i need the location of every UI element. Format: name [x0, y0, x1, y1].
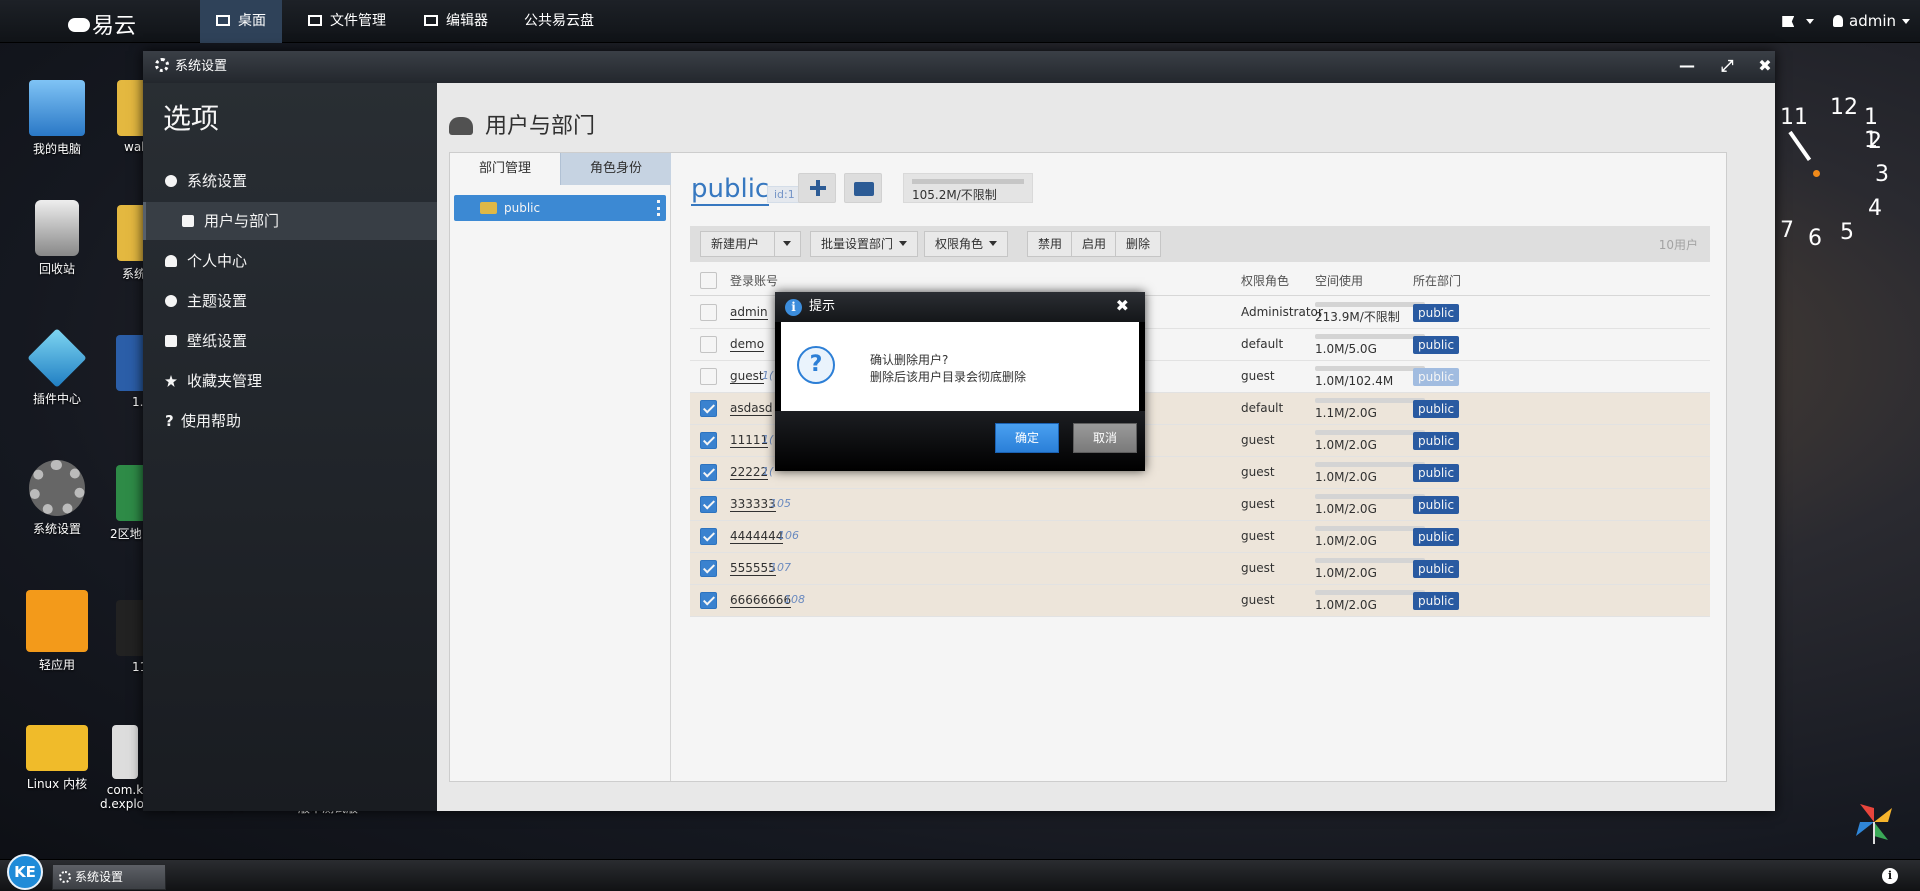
icon-label: 系统	[122, 267, 144, 281]
top-right-menu: admin	[1772, 0, 1920, 43]
icon-label: wall	[124, 140, 144, 154]
nav-file-manager[interactable]: 文件管理	[292, 0, 402, 43]
close-button[interactable]: ✖	[1750, 51, 1780, 83]
dialog-footer: 确定 取消	[775, 411, 1145, 471]
desktop-icon-11[interactable]: 11	[102, 600, 144, 674]
cancel-button[interactable]: 取消	[1073, 423, 1137, 453]
image-icon	[116, 600, 144, 656]
clock-hour: 7	[1780, 218, 1794, 243]
puzzle-icon	[27, 328, 87, 388]
icon-label: 2区地	[110, 527, 142, 541]
taskbar-item-system-settings[interactable]: 系统设置	[52, 864, 166, 890]
info-icon[interactable]: i	[1882, 868, 1898, 884]
desktop-icon-plugin-center[interactable]: 插件中心	[17, 328, 97, 407]
folder-icon	[26, 725, 88, 771]
desktop-icon-system-settings[interactable]: 系统设置	[17, 460, 97, 537]
desktop-icon-linux-kernel[interactable]: Linux 内核	[17, 725, 97, 792]
nav-public-disk[interactable]: 公共易云盘	[508, 0, 610, 43]
clock-hour: 5	[1840, 220, 1854, 245]
dialog-titlebar: i 提示 ✖	[775, 292, 1145, 322]
start-button[interactable]: KE	[7, 854, 43, 890]
maximize-button[interactable]: ⤢	[1712, 51, 1742, 83]
window-title: 系统设置	[175, 59, 228, 74]
username: admin	[1849, 12, 1896, 30]
cloud-icon	[68, 18, 90, 32]
confirm-dialog: i 提示 ✖ ? 确认删除用户? 删除后该用户目录会彻底删除 确定 取消	[775, 292, 1145, 471]
pinwheel-icon[interactable]	[1852, 800, 1896, 844]
desktop-icon-excel[interactable]: 2区地	[102, 465, 144, 542]
nav-label: 编辑器	[446, 13, 488, 29]
dialog-close-button[interactable]: ✖	[1116, 292, 1129, 320]
folder-icon	[117, 205, 144, 261]
desktop-icon-recycle-bin[interactable]: 回收站	[17, 200, 97, 277]
clock-hour: 11	[1780, 105, 1808, 130]
confirm-button[interactable]: 确定	[995, 423, 1059, 453]
clock-hour: 1	[1864, 105, 1878, 130]
info-icon: i	[785, 299, 802, 316]
window-titlebar[interactable]: 系统设置 — ⤢ ✖	[143, 51, 1775, 83]
caret-down-icon	[1806, 19, 1815, 24]
excel-doc-icon	[116, 465, 144, 521]
nav-desktop[interactable]: 桌面	[200, 0, 282, 43]
dialog-message: 确认删除用户?	[870, 353, 949, 367]
clock-hour: 6	[1808, 226, 1822, 251]
nav-label: 文件管理	[330, 13, 386, 29]
nav-label: 桌面	[238, 13, 266, 29]
desktop-icon-sys[interactable]: 系统	[102, 205, 144, 282]
shopping-bag-icon	[26, 590, 88, 652]
minimize-button[interactable]: —	[1672, 51, 1702, 83]
gear-icon	[59, 871, 71, 883]
caret-down-icon	[1902, 19, 1910, 24]
icon-label: 1.	[132, 395, 144, 409]
folder-icon	[117, 80, 144, 136]
desktop-icon-word[interactable]: 1.	[102, 335, 144, 409]
desktop-icon-light-app[interactable]: 轻应用	[17, 590, 97, 673]
gear-icon	[155, 58, 169, 72]
desktop-icon-my-computer[interactable]: 我的电脑	[17, 80, 97, 157]
taskbar-item-label: 系统设置	[75, 870, 124, 884]
question-icon: ?	[797, 346, 835, 384]
icon-label: 11	[132, 660, 144, 674]
edit-icon	[424, 15, 438, 26]
user-icon	[1833, 15, 1843, 27]
dialog-body: ? 确认删除用户? 删除后该用户目录会彻底删除	[781, 322, 1139, 411]
top-navbar: 易云 桌面 文件管理 编辑器 公共易云盘 admin	[0, 0, 1920, 43]
nav-label: 公共易云盘	[524, 13, 594, 29]
icon-label: 轻应用	[38, 658, 75, 672]
desktop-icon-wall[interactable]: wall	[102, 80, 144, 154]
hdd-icon	[308, 15, 322, 26]
flag-menu[interactable]	[1772, 0, 1824, 43]
trash-icon	[35, 200, 79, 256]
dialog-title: 提示	[809, 299, 836, 314]
apk-file-icon	[112, 725, 138, 779]
taskbar: KE 系统设置 i	[0, 854, 1920, 891]
icon-label: Linux 内核	[26, 777, 88, 791]
flag-icon	[1782, 16, 1795, 27]
clock-hour: 12	[1830, 95, 1858, 120]
gear-icon	[29, 460, 85, 516]
icon-label: 我的电脑	[32, 142, 81, 156]
desktop-clock: 12 1 1 2 3 4 5 6 7 11	[1780, 88, 1892, 256]
brand-logo[interactable]: 易云	[68, 8, 136, 40]
clock-hour: 3	[1875, 162, 1889, 187]
dialog-submessage: 删除后该用户目录会彻底删除	[870, 370, 1027, 384]
brand-name: 易云	[92, 14, 137, 39]
icon-label: 插件中心	[32, 392, 81, 406]
clock-hour: 2	[1868, 129, 1882, 154]
clock-hour: 4	[1868, 196, 1882, 221]
icon-label: 系统设置	[32, 522, 81, 536]
monitor-icon	[216, 15, 230, 26]
computer-icon	[29, 80, 85, 136]
clock-hand	[1788, 130, 1812, 161]
clock-center-dot	[1813, 170, 1820, 177]
user-menu[interactable]: admin	[1829, 0, 1920, 43]
icon-label: 回收站	[38, 262, 75, 276]
word-doc-icon	[116, 335, 144, 391]
nav-editor[interactable]: 编辑器	[408, 0, 504, 43]
